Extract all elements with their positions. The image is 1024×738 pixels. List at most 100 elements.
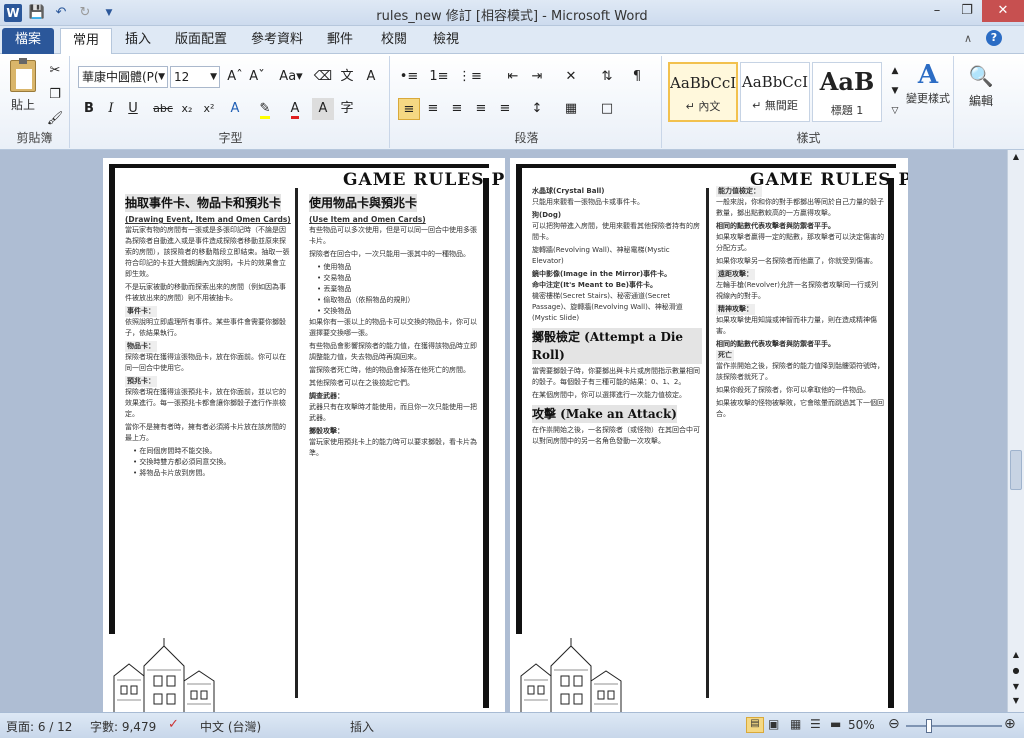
style-heading-1[interactable]: AaB 標題 1: [812, 62, 882, 122]
decrease-indent-icon[interactable]: ⇤: [502, 66, 524, 88]
paragraph: 如果你有一張以上的物品卡可以交換的物品卡，你可以選擇要交換哪一張。: [309, 318, 477, 337]
scroll-up-icon[interactable]: ▲: [1010, 152, 1022, 166]
font-name-combo[interactable]: 華康中圓體(P(▼: [78, 66, 168, 88]
zoom-slider[interactable]: [906, 725, 1002, 727]
tab-insert[interactable]: 插入: [116, 28, 160, 54]
character-border-icon[interactable]: A: [360, 66, 382, 88]
omen-card-label: 預兆卡：: [125, 376, 157, 387]
page-p4[interactable]: GAME RULES P4 水晶球(Crystal Ball) 只能用來觀看一張…: [510, 158, 908, 712]
zoom-in-icon[interactable]: ⊕: [1004, 716, 1016, 732]
left-column: 抽取事件卡、物品卡和預兆卡 (Drawing Event, Item and O…: [125, 192, 291, 479]
page-border-left: [109, 164, 115, 634]
cut-icon[interactable]: ✂: [44, 60, 66, 82]
style-normal[interactable]: AaBbCcI ↵ 內文: [668, 62, 738, 122]
page-p3[interactable]: GAME RULES P3 抽取事件卡、物品卡和預兆卡 (Drawing Eve…: [103, 158, 505, 712]
zoom-level[interactable]: 50%: [848, 718, 875, 732]
next-page-icon[interactable]: ▼: [1010, 682, 1022, 694]
bold-icon[interactable]: B: [78, 98, 100, 120]
copy-icon[interactable]: ❐: [44, 84, 66, 106]
superscript-icon[interactable]: x²: [198, 98, 220, 120]
align-right-icon[interactable]: ≡: [446, 98, 468, 120]
bullets-icon[interactable]: •≡: [398, 66, 420, 88]
print-layout-icon[interactable]: ▤: [746, 717, 764, 733]
draft-icon[interactable]: ▬: [830, 717, 841, 731]
underline-icon[interactable]: U: [122, 98, 144, 120]
italic-icon[interactable]: I: [100, 98, 122, 120]
font-color-icon[interactable]: A: [284, 98, 306, 120]
column-divider: [706, 188, 709, 698]
document-area[interactable]: GAME RULES P3 抽取事件卡、物品卡和預兆卡 (Drawing Eve…: [0, 150, 1024, 712]
phonetic-guide-icon[interactable]: 文: [336, 66, 358, 88]
tab-view[interactable]: 檢視: [424, 28, 468, 54]
scroll-thumb[interactable]: [1010, 450, 1022, 490]
close-icon[interactable]: ✕: [982, 0, 1024, 22]
zoom-out-icon[interactable]: ⊖: [888, 716, 900, 732]
subsection-label: 能力值檢定：: [716, 186, 762, 197]
language-indicator[interactable]: 中文 (台灣): [200, 718, 261, 735]
highlight-icon[interactable]: ✎: [254, 98, 276, 120]
shading-icon[interactable]: ▦: [560, 98, 582, 120]
paragraph-bold: 相同的點數代表攻擊者與防禦者平手。: [716, 340, 835, 348]
editing-group: 🔍 編輯: [956, 56, 1006, 148]
full-screen-reading-icon[interactable]: ▣: [768, 717, 779, 731]
strikethrough-icon[interactable]: abc: [152, 98, 174, 120]
format-painter-icon[interactable]: 🖌: [44, 108, 66, 130]
minimize-icon[interactable]: –: [922, 0, 952, 22]
change-styles-button[interactable]: A 變更樣式: [902, 60, 954, 120]
section-heading: 攻擊 (Make an Attack): [532, 405, 677, 423]
page-indicator[interactable]: 頁面: 6 / 12: [6, 718, 72, 735]
align-center-icon[interactable]: ≡: [422, 98, 444, 120]
tab-references[interactable]: 參考資料: [244, 28, 310, 54]
web-layout-icon[interactable]: ▦: [790, 717, 801, 731]
paragraph: 當玩家有物的房間有一張或是多張印記時（不論是因為探險者自動進入或是事件造成探險者…: [125, 226, 290, 278]
insert-mode[interactable]: 插入: [350, 718, 374, 735]
restore-icon[interactable]: ❐: [952, 0, 982, 22]
browse-object-icon[interactable]: ●: [1010, 666, 1022, 678]
subscript-icon[interactable]: x₂: [176, 98, 198, 120]
word-count[interactable]: 字數: 9,479: [90, 718, 156, 735]
prev-page-icon[interactable]: ▲: [1010, 650, 1022, 662]
grow-font-icon[interactable]: Aˆ: [224, 66, 246, 88]
justify-icon[interactable]: ≡: [470, 98, 492, 120]
paragraph: 在作祟開始之後，一名探險者（或怪物）在其回合中可以對同房間中的另一名角色發動一次…: [532, 426, 700, 445]
help-icon[interactable]: ?: [986, 30, 1002, 46]
paragraph: 旋轉牆(Revolving Wall)、神秘電梯(Mystic Elevator…: [532, 246, 670, 265]
section-heading: 抽取事件卡、物品卡和預兆卡: [125, 194, 282, 212]
vertical-scrollbar[interactable]: ▲ ▲ ● ▼ ▼: [1007, 150, 1024, 712]
paragraph: 機密樓梯(Secret Stairs)、秘密通道(Secret Passage)…: [532, 292, 683, 322]
numbering-icon[interactable]: 1≡: [428, 66, 450, 88]
style-no-spacing[interactable]: AaBbCcI ↵ 無間距: [740, 62, 810, 122]
subsection-label: 精神攻擊：: [716, 304, 755, 315]
tab-page-layout[interactable]: 版面配置: [168, 28, 234, 54]
tab-review[interactable]: 校閱: [372, 28, 416, 54]
outline-icon[interactable]: ☰: [810, 717, 821, 731]
change-case-icon[interactable]: Aa▾: [276, 66, 306, 88]
shrink-font-icon[interactable]: Aˇ: [246, 66, 268, 88]
proofing-icon[interactable]: ✓: [168, 717, 179, 732]
character-shading-icon[interactable]: A: [312, 98, 334, 120]
sort-icon[interactable]: ⇅: [596, 66, 618, 88]
section-subheading: (Use Item and Omen Cards): [309, 215, 426, 224]
distributed-icon[interactable]: ≡: [494, 98, 516, 120]
multilevel-list-icon[interactable]: ⋮≡: [458, 66, 482, 88]
line-spacing-icon[interactable]: ↕: [526, 98, 548, 120]
tab-mailings[interactable]: 郵件: [318, 28, 362, 54]
clear-formatting-icon[interactable]: ⌫: [312, 66, 334, 88]
minimize-ribbon-icon[interactable]: ∧: [964, 32, 972, 45]
font-size-combo[interactable]: 12 ▼: [170, 66, 220, 88]
align-left-icon[interactable]: ≡: [398, 98, 420, 120]
editing-button[interactable]: 🔍 編輯: [960, 64, 1002, 124]
asian-layout-icon[interactable]: ✕: [560, 66, 582, 88]
change-styles-icon: A: [917, 60, 939, 90]
increase-indent-icon[interactable]: ⇥: [526, 66, 548, 88]
zoom-slider-thumb[interactable]: [926, 719, 932, 733]
tab-file[interactable]: 檔案: [2, 28, 54, 54]
scroll-down-icon[interactable]: ▼: [1010, 696, 1022, 710]
paste-button[interactable]: 貼上: [6, 58, 40, 116]
tab-home[interactable]: 常用: [60, 28, 112, 54]
borders-icon[interactable]: □: [596, 98, 618, 120]
enclose-character-icon[interactable]: 字: [336, 98, 358, 120]
show-hide-marks-icon[interactable]: ¶: [626, 66, 648, 88]
text-effects-icon[interactable]: A: [224, 98, 246, 120]
paragraph: 當作祟開始之後，探險者的能力值降到骷髏頭符號時，該探險者就死了。: [716, 362, 884, 381]
